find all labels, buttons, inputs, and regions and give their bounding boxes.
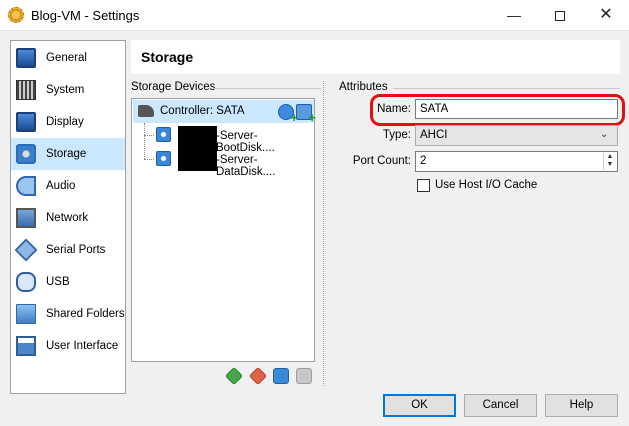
port-count-spinbox[interactable]: 2 [415,151,618,172]
tree-connector [144,123,145,159]
controller-label: Controller: SATA [160,105,245,117]
nav-item-label: General [46,52,87,64]
add-controller-icon[interactable] [273,368,289,384]
network-icon [16,208,36,228]
monitor-icon [16,48,36,68]
nav-item-audio[interactable]: Audio [11,170,125,202]
remove-controller-icon[interactable] [296,368,312,384]
settings-category-list: General System Display Storage Audio Net… [10,40,126,394]
add-optical-drive-icon[interactable] [278,104,298,125]
chip-icon [16,80,36,100]
title-bar: Blog-VM - Settings — ✕ [0,0,629,31]
tree-connector [144,135,154,136]
virtualbox-app-icon [8,7,24,23]
minimize-button[interactable]: — [491,0,537,31]
audio-icon [16,176,36,196]
nav-item-label: Serial Ports [46,244,106,256]
storage-icon [16,144,36,164]
user-interface-icon [16,336,36,356]
nav-item-serial-ports[interactable]: Serial Ports [11,234,125,266]
nav-item-storage[interactable]: Storage [11,138,125,170]
nav-item-system[interactable]: System [11,74,125,106]
close-button[interactable]: ✕ [583,0,629,31]
nav-item-usb[interactable]: USB [11,266,125,298]
nav-item-label: Storage [46,148,87,160]
storage-tree: Controller: SATA -Server-BootDisk.... -S… [131,98,316,362]
page-title: Storage [141,49,194,65]
remove-attachment-icon[interactable] [248,366,268,386]
nav-item-label: User Interface [46,340,119,352]
maximize-button[interactable] [537,0,583,31]
host-io-cache-label[interactable]: Use Host I/O Cache [435,179,537,191]
serial-port-icon [14,238,38,262]
ok-button[interactable]: OK [383,394,456,417]
page-header: Storage [131,40,620,74]
window-title: Blog-VM - Settings [31,8,140,23]
hard-disk-icon [156,151,171,166]
cancel-button[interactable]: Cancel [464,394,537,417]
nav-item-user-interface[interactable]: User Interface [11,330,125,362]
controller-row[interactable]: Controller: SATA [133,100,316,125]
shared-folder-icon [16,304,36,324]
nav-item-label: Shared Folders [46,308,125,320]
group-divider [213,88,321,89]
usb-icon [16,272,36,292]
chevron-down-icon: ⌄ [600,129,609,140]
section-separator [323,81,324,386]
type-select[interactable]: AHCI [415,125,618,146]
group-divider [393,88,620,89]
highlight-annotation [370,94,625,126]
storage-devices-heading: Storage Devices [131,81,216,93]
type-label: Type: [382,129,411,141]
host-io-cache-checkbox[interactable] [417,179,430,192]
spin-arrows-icon[interactable]: ▲ ▼ [603,153,616,170]
hard-disk-icon [156,127,171,142]
port-count-label: Port Count: [352,155,411,167]
nav-item-shared-folders[interactable]: Shared Folders [11,298,125,330]
nav-item-label: System [46,84,85,96]
redacted-block [178,126,217,171]
help-button[interactable]: Help [545,394,618,417]
add-attachment-icon[interactable] [224,366,244,386]
tree-connector [144,159,154,160]
nav-item-network[interactable]: Network [11,202,125,234]
sata-controller-icon [138,105,154,117]
disk-label: -Server-BootDisk.... [216,130,275,154]
add-hard-disk-icon[interactable] [296,104,316,125]
maximize-icon [555,11,565,22]
disk-label: -Server-DataDisk.... [216,154,276,178]
nav-item-label: USB [46,276,70,288]
nav-item-display[interactable]: Display [11,106,125,138]
display-icon [16,112,36,132]
nav-item-general[interactable]: General [11,42,125,74]
nav-item-label: Display [46,116,84,128]
nav-item-label: Audio [46,180,76,192]
nav-item-label: Network [46,212,89,224]
attributes-heading: Attributes [339,81,388,93]
